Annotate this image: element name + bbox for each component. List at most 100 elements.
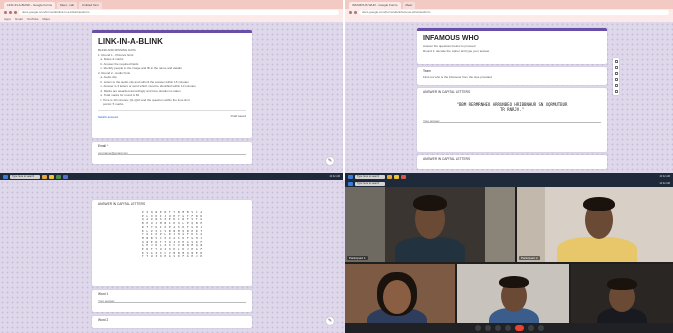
taskbar-search-input[interactable]: Type here to search bbox=[355, 174, 385, 179]
form-header-card: INFAMOUS WHO Answer the questions below … bbox=[417, 28, 607, 64]
start-icon[interactable] bbox=[348, 174, 353, 179]
grid-letter: G bbox=[186, 255, 189, 259]
edit-fab-icon[interactable]: ✎ bbox=[326, 157, 334, 165]
question-card-grid: ANSWER IN CAPITAL LETTERS ZXQWERTYNMBVCA… bbox=[92, 200, 252, 286]
form-title: LINK-IN-A-BLINK bbox=[98, 37, 163, 46]
form-background: ANSWER IN CAPITAL LETTERS ZXQWERTYNMBVCA… bbox=[0, 180, 345, 333]
form-description: BLIND AND MISSING DATA 1. Round 1 - Pictu… bbox=[92, 48, 252, 107]
back-icon[interactable] bbox=[349, 11, 352, 14]
camera-icon[interactable] bbox=[484, 325, 491, 331]
draft-status: Draft saved bbox=[230, 113, 246, 118]
chrome-icon[interactable] bbox=[49, 174, 54, 179]
question-text: Find out who is the infamous from the cl… bbox=[423, 75, 492, 79]
add-question-icon[interactable] bbox=[614, 60, 618, 63]
email-field[interactable]: yourname@gmail.com bbox=[98, 151, 246, 155]
taskbar-search-input[interactable]: Type here to search bbox=[355, 181, 385, 186]
start-icon[interactable] bbox=[3, 174, 8, 179]
app-icon[interactable] bbox=[56, 174, 61, 179]
bookmark[interactable]: YouTube bbox=[27, 17, 39, 21]
meet-control-bar bbox=[345, 323, 673, 333]
section-label: ANSWER IN CAPITAL LETTERS bbox=[98, 202, 146, 206]
answer-input[interactable]: Your answer bbox=[423, 119, 601, 123]
question-label: Email * bbox=[98, 144, 109, 148]
description-line: points: 5 marks bbox=[98, 102, 124, 106]
grid-letter: J bbox=[195, 255, 198, 259]
question-card-footer: ANSWER IN CAPITAL LETTERS bbox=[417, 155, 607, 169]
file-explorer-icon[interactable] bbox=[42, 174, 47, 179]
browser-tab-strip: LINK-IN-A-BLINK - Google Forms Meet - ca… bbox=[0, 0, 343, 9]
participant-name: Participant 2 bbox=[519, 256, 540, 260]
window-form-word-search: ANSWER IN CAPITAL LETTERS ZXQWERTYNMBVCA… bbox=[0, 180, 345, 333]
browser-tab[interactable]: Untitled form bbox=[78, 2, 102, 9]
taskbar: Type here to search 10:42 AM bbox=[0, 173, 343, 180]
chrome-icon[interactable] bbox=[394, 174, 399, 179]
browser-tab[interactable]: Meet bbox=[402, 2, 416, 9]
grid-letter: D bbox=[177, 255, 180, 259]
back-icon[interactable] bbox=[4, 11, 7, 14]
grid-letter: O bbox=[159, 255, 162, 259]
grid-letter: K bbox=[200, 255, 203, 259]
question-card-email: Email * yourname@gmail.com bbox=[92, 142, 252, 164]
grid-letter: F bbox=[182, 255, 185, 259]
section-label: ANSWER IN CAPITAL LETTERS bbox=[423, 90, 471, 94]
end-call-button[interactable] bbox=[514, 325, 524, 331]
edit-fab-icon[interactable]: ✎ bbox=[326, 317, 334, 325]
participant-name: Participant 1 bbox=[347, 256, 368, 260]
form-background: LINK-IN-A-BLINK BLIND AND MISSING DATA 1.… bbox=[0, 22, 343, 180]
forward-icon[interactable] bbox=[354, 11, 357, 14]
bookmark[interactable]: Maps bbox=[42, 17, 49, 21]
app-icon[interactable] bbox=[63, 174, 68, 179]
grid-letter: P bbox=[164, 255, 167, 259]
question-label: Team bbox=[423, 69, 431, 73]
switch-account-link[interactable]: Switch account bbox=[92, 114, 124, 120]
question-label: Word 1 bbox=[98, 292, 109, 296]
question-card-word1: Word 1 Your answer bbox=[92, 290, 252, 312]
start-icon[interactable] bbox=[348, 181, 353, 186]
title-icon[interactable] bbox=[614, 72, 618, 75]
taskbar-clock: 10:42 AM bbox=[329, 175, 340, 178]
browser-tab[interactable]: LINK-IN-A-BLINK - Google Forms bbox=[4, 2, 56, 9]
browser-tab[interactable]: INFAMOUS WHO - Google Forms bbox=[349, 2, 401, 9]
grid-letter: S bbox=[173, 255, 176, 259]
divider bbox=[98, 109, 246, 111]
grid-letter: U bbox=[150, 255, 153, 259]
browser-tab-strip: INFAMOUS WHO - Google Forms Meet bbox=[345, 0, 673, 9]
taskbar-clock: 10:42 AM bbox=[659, 182, 670, 185]
address-bar[interactable]: docs.google.com/forms/d/e/link-in-a-blin… bbox=[19, 10, 339, 15]
bookmark[interactable]: Gmail bbox=[15, 17, 23, 21]
taskbar: Type here to search 10:42 AM bbox=[345, 180, 673, 187]
image-icon[interactable] bbox=[614, 78, 618, 81]
section-icon[interactable] bbox=[614, 90, 618, 93]
section-label: ANSWER IN CAPITAL LETTERS bbox=[423, 157, 471, 161]
video-tile[interactable]: Participant 2 bbox=[517, 187, 673, 262]
bookmark[interactable]: Apps bbox=[4, 17, 11, 21]
taskbar-search-input[interactable]: Type here to search bbox=[10, 174, 40, 179]
forward-icon[interactable] bbox=[9, 11, 12, 14]
grid-letter: Y bbox=[146, 255, 149, 259]
word1-input[interactable]: Your answer bbox=[98, 299, 246, 303]
video-icon[interactable] bbox=[614, 84, 618, 87]
grid-letter: I bbox=[155, 255, 158, 259]
browser-toolbar: docs.google.com/forms/d/e/infamous-who/v… bbox=[345, 9, 673, 16]
file-explorer-icon[interactable] bbox=[387, 174, 392, 179]
captions-icon[interactable] bbox=[494, 325, 501, 331]
chat-icon[interactable] bbox=[537, 325, 544, 331]
video-tile[interactable]: Participant 1 bbox=[345, 187, 515, 262]
present-icon[interactable] bbox=[504, 325, 511, 331]
grid-letter: H bbox=[191, 255, 194, 259]
mic-icon[interactable] bbox=[474, 325, 481, 331]
grid-letter: T bbox=[141, 255, 144, 259]
question-card-cipher: ANSWER IN CAPITAL LETTERS "BBM RERMRNHEO… bbox=[417, 88, 607, 152]
reload-icon[interactable] bbox=[14, 11, 17, 14]
browser-tab[interactable]: Meet - call bbox=[57, 2, 77, 9]
people-icon[interactable] bbox=[527, 325, 534, 331]
window-form-infamous-who: INFAMOUS WHO - Google Forms Meet docs.go… bbox=[345, 0, 673, 180]
address-bar[interactable]: docs.google.com/forms/d/e/infamous-who/v… bbox=[359, 10, 669, 15]
question-card-team: Team Find out who is the infamous from t… bbox=[417, 67, 607, 85]
taskbar-clock: 10:42 AM bbox=[659, 175, 670, 178]
question-label: Word 2 bbox=[98, 318, 109, 322]
import-icon[interactable] bbox=[614, 66, 618, 69]
form-side-toolbar bbox=[613, 58, 619, 95]
question-card-word2: Word 2 bbox=[92, 316, 252, 328]
app-icon[interactable] bbox=[401, 174, 406, 179]
